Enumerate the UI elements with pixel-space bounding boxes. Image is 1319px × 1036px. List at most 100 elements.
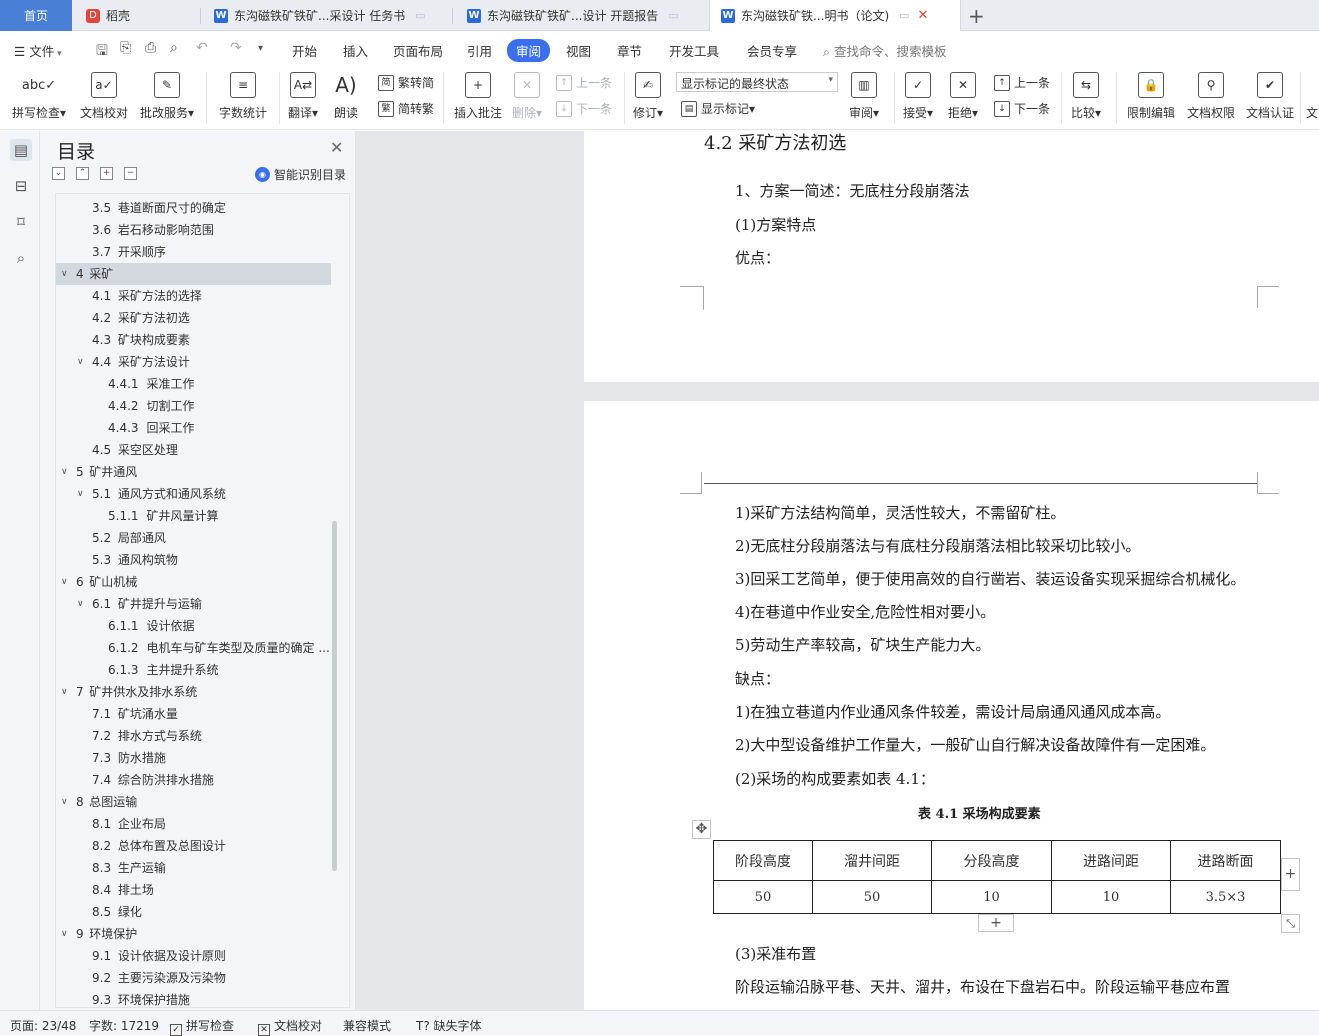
toc-item[interactable]: 9.3 环境保护措施: [56, 989, 331, 1007]
tab-daoke[interactable]: D 稻壳: [86, 0, 130, 31]
paragraph[interactable]: (3)采准布置: [735, 943, 816, 964]
markup-state-select[interactable]: 显示标记的最终状态 ▾: [676, 72, 838, 92]
toc-item[interactable]: 6.1.1 设计依据: [56, 615, 331, 637]
menu-developer[interactable]: 开发工具: [669, 41, 719, 60]
save-icon[interactable]: 🖫: [96, 40, 108, 64]
compare-button[interactable]: ⇆ 比较▾: [1071, 72, 1101, 121]
correction-service-button[interactable]: ✎ 批改服务▾: [140, 72, 194, 121]
toc-item[interactable]: 5.3 通风构筑物: [56, 549, 331, 571]
missing-font-status[interactable]: T? 缺失字体: [416, 1017, 482, 1034]
add-heading-icon[interactable]: +: [100, 167, 113, 180]
toc-item[interactable]: 3.7 开采顺序: [56, 241, 331, 263]
toc-scrollbar[interactable]: [332, 521, 337, 871]
file-menu[interactable]: ☰ 文件 ▾: [14, 41, 62, 60]
toc-item[interactable]: 4.4.3 回采工作: [56, 417, 331, 439]
toc-item[interactable]: ∨ 4 采矿: [56, 263, 331, 285]
more-ribbon-button[interactable]: 文: [1306, 72, 1318, 121]
toc-item[interactable]: ∨ 4.4 采矿方法设计: [56, 351, 331, 373]
table-move-handle-icon[interactable]: ✥: [692, 820, 711, 839]
close-icon[interactable]: ✕: [330, 138, 343, 157]
paragraph[interactable]: 5)劳动生产率较高，矿块生产能力大。: [735, 634, 990, 655]
paragraph[interactable]: 1)在独立巷道内作业通风条件较差，需设计局扇通风通风成本高。: [735, 701, 1170, 722]
reject-button[interactable]: ✕ 拒绝▾: [948, 72, 978, 121]
tab-doc-task[interactable]: W 东沟磁铁矿铁矿...采设计 任务书 ▭: [214, 0, 426, 31]
toc-panel-icon[interactable]: ▤: [10, 139, 32, 161]
table-cell[interactable]: 阶段高度: [713, 840, 813, 881]
toc-item[interactable]: 6.1.2 电机车与矿车类型及质量的确定 ...: [56, 637, 331, 659]
toc-item[interactable]: 8.3 生产运输: [56, 857, 331, 879]
table-cell[interactable]: 3.5×3: [1170, 880, 1281, 914]
toc-item[interactable]: 8.5 绿化: [56, 901, 331, 923]
expand-up-icon[interactable]: ⌃: [76, 167, 89, 180]
next-comment-button[interactable]: ↓ 下一条: [556, 100, 612, 117]
table-cell[interactable]: 50: [812, 880, 932, 914]
menu-member[interactable]: 会员专享: [747, 41, 797, 60]
tab-doc-proposal[interactable]: W 东沟磁铁矿铁矿...设计 开题报告 ▭: [467, 0, 679, 31]
paragraph[interactable]: (1)方案特点: [735, 214, 816, 235]
redo-icon[interactable]: ↷: [230, 40, 242, 56]
section-heading[interactable]: 4.2 采矿方法初选: [704, 131, 846, 155]
spell-check-button[interactable]: abc✓ 拼写检查▾: [12, 72, 66, 121]
search-icon[interactable]: ⌕: [10, 247, 32, 269]
bookmark-icon[interactable]: ⌑: [10, 211, 32, 233]
paragraph[interactable]: 优点：: [735, 247, 780, 268]
paragraph[interactable]: 4)在巷道中作业安全,危险性相对要小。: [735, 601, 995, 622]
collapse-all-icon[interactable]: ⌄: [52, 167, 65, 180]
chevron-down-icon[interactable]: ∨: [61, 681, 68, 703]
toc-item[interactable]: 4.3 矿块构成要素: [56, 329, 331, 351]
toc-item[interactable]: 4.4.2 切割工作: [56, 395, 331, 417]
toc-item[interactable]: 4.4.1 采准工作: [56, 373, 331, 395]
table-cell[interactable]: 分段高度: [931, 840, 1052, 881]
paragraph[interactable]: 2)无底柱分段崩落法与有底柱分段崩落法相比较采切比较小。: [735, 535, 1140, 556]
paragraph[interactable]: 1)采矿方法结构简单，灵活性较大，不需留矿柱。: [735, 502, 1065, 523]
accept-button[interactable]: ✓ 接受▾: [903, 72, 933, 121]
table-cell[interactable]: 进路间距: [1051, 840, 1171, 881]
toc-item[interactable]: 3.6 岩石移动影响范围: [56, 219, 331, 241]
menu-view[interactable]: 视图: [566, 41, 591, 60]
show-markup-button[interactable]: ▤ 显示标记 ▾: [681, 100, 755, 117]
prev-comment-button[interactable]: ↑ 上一条: [556, 74, 612, 91]
export-icon[interactable]: ⎘: [120, 40, 131, 56]
toc-item[interactable]: 5.2 局部通风: [56, 527, 331, 549]
page-indicator[interactable]: 页面: 23/48: [10, 1017, 76, 1034]
next-change-button[interactable]: ↓ 下一条: [994, 100, 1050, 117]
toc-item[interactable]: ∨ 5.1 通风方式和通风系统: [56, 483, 331, 505]
doc-cert-button[interactable]: ✔ 文档认证: [1246, 72, 1294, 121]
add-row-icon[interactable]: +: [978, 914, 1014, 932]
table-cell[interactable]: 10: [1051, 880, 1171, 914]
toc-item[interactable]: 9.2 主要污染源及污染物: [56, 967, 331, 989]
chevron-down-icon[interactable]: ∨: [61, 923, 68, 945]
doc-permission-button[interactable]: ⚲ 文档权限: [1187, 72, 1235, 121]
chevron-down-icon[interactable]: ∨: [61, 461, 68, 483]
insert-comment-button[interactable]: + 插入批注: [454, 72, 502, 121]
toc-item[interactable]: ∨ 9 环境保护: [56, 923, 331, 945]
prev-change-button[interactable]: ↑ 上一条: [994, 74, 1050, 91]
add-column-icon[interactable]: +: [1281, 858, 1300, 891]
spell-check-status[interactable]: ✓ 拼写检查: [170, 1017, 234, 1036]
command-search[interactable]: ⌕ 查找命令、搜索模板: [823, 41, 947, 60]
menu-layout[interactable]: 页面布局: [393, 41, 443, 60]
toc-item[interactable]: 7.2 排水方式与系统: [56, 725, 331, 747]
toc-item[interactable]: 6.1.3 主井提升系统: [56, 659, 331, 681]
undo-icon[interactable]: ↶: [196, 40, 208, 56]
toc-item[interactable]: 3.5 巷道断面尺寸的确定: [56, 197, 331, 219]
toc-item[interactable]: 7.1 矿坑涌水量: [56, 703, 331, 725]
toc-item[interactable]: ∨ 6.1 矿井提升与运输: [56, 593, 331, 615]
toc-item[interactable]: 5.1.1 矿井风量计算: [56, 505, 331, 527]
doc-proofread-button[interactable]: a✓ 文档校对: [80, 72, 128, 121]
new-tab-button[interactable]: +: [968, 4, 985, 28]
chevron-down-icon[interactable]: ∨: [77, 351, 84, 373]
remove-heading-icon[interactable]: −: [124, 167, 137, 180]
track-changes-button[interactable]: ✍ 修订▾: [633, 72, 663, 121]
chevron-down-icon[interactable]: ∨: [61, 263, 68, 285]
chevron-down-icon[interactable]: ∨: [61, 791, 68, 813]
toc-item[interactable]: ∨ 5 矿井通风: [56, 461, 331, 483]
word-count-status[interactable]: 字数: 17219: [89, 1017, 159, 1034]
table-caption[interactable]: 表 4.1 采场构成要素: [918, 803, 1041, 822]
close-tab-icon[interactable]: ✕: [918, 8, 929, 23]
translate-button[interactable]: A⇄ 翻译▾: [288, 72, 318, 121]
review-pane-button[interactable]: ▥ 审阅▾: [849, 72, 879, 121]
toc-item[interactable]: 8.2 总体布置及总图设计: [56, 835, 331, 857]
table-cell[interactable]: 进路断面: [1170, 840, 1281, 881]
print-icon[interactable]: ⎙: [145, 40, 156, 56]
